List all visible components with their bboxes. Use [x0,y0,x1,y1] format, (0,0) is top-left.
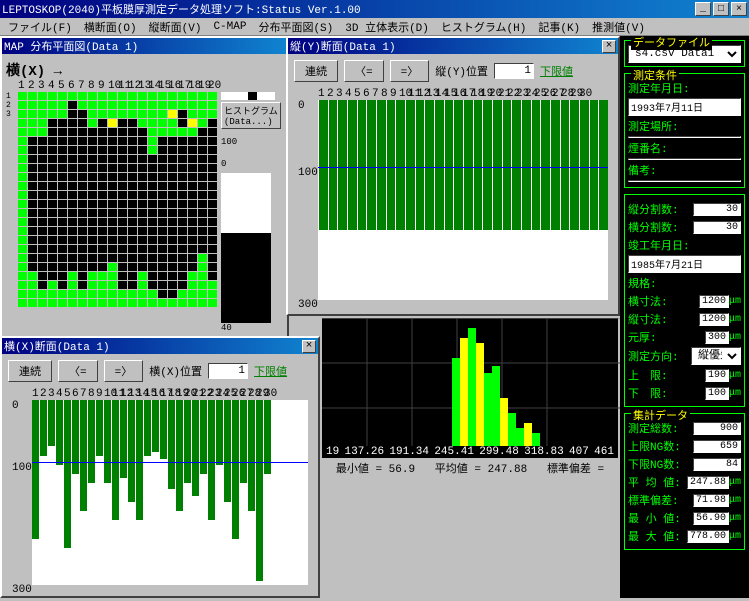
tate-chart [318,100,608,300]
map-panel: MAP 分布平面図(Data 1) 横(X) → 123456789101112… [0,36,289,346]
tate-title: 縦(Y)断面(Data 1) [290,38,602,54]
tate-limit-label: 下限値 [540,63,573,79]
map-axis-label: 横(X) → [6,60,283,80]
menubar: ファイル(F) 横断面(O) 縦断面(V) C-MAP 分布平面図(S) 3D … [0,18,749,36]
stats-box-title: 集計データ [631,407,690,423]
yoko-chart [32,400,308,585]
tate-cont-button[interactable]: 連続 [294,60,338,82]
menu-dist[interactable]: 分布平面図(S) [254,19,337,35]
yoko-next-button[interactable]: =〉 [104,360,144,382]
hist-xticks: 19137.26191.34245.41299.48318.83407461 [322,446,618,458]
file-box-title: データファイル [631,36,712,50]
yoko-panel: 横(X)断面(Data 1)× 連続 〈= =〉 横(X)位置 下限値 1234… [0,336,320,598]
tate-panel: 縦(Y)断面(Data 1)× 連続 〈= =〉 縦(Y)位置 下限値 1234… [286,36,620,316]
dir-select[interactable]: 縦優先 [691,347,741,365]
right-panel: データファイル s4.csv Data1 測定条件 測定年月日: 1993年7月… [620,36,749,598]
menu-file[interactable]: ファイル(F) [4,19,76,35]
tate-prev-button[interactable]: 〈= [344,60,384,82]
tate-xticks: 1234567891011121314151617181920212223242… [318,88,608,100]
menu-cmap[interactable]: C-MAP [209,21,250,33]
menu-article[interactable]: 記事(K) [534,19,584,35]
yoko-xticks: 1234567891011121314151617181920212223242… [32,388,308,400]
close-button[interactable]: × [731,2,747,16]
tate-pos-input[interactable] [494,63,534,79]
app-title: LEPTOSKOP(2040)平板膜厚測定データ処理ソフト:Status Ver… [2,1,695,17]
yoko-title: 横(X)断面(Data 1) [4,338,302,354]
menu-3d[interactable]: 3D 立体表示(D) [341,19,433,35]
map-legend-btn[interactable]: ヒストグラム(Data...) [221,102,281,129]
yoko-prev-button[interactable]: 〈= [58,360,98,382]
yoko-limit-label: 下限値 [254,363,287,379]
hist-panel: 19137.26191.34245.41299.48318.83407461 最… [320,316,620,476]
menu-yoko[interactable]: 横断面(O) [80,19,141,35]
tate-close-icon[interactable]: × [602,40,616,53]
tate-next-button[interactable]: =〉 [390,60,430,82]
yoko-close-icon[interactable]: × [302,340,316,353]
cond-box-title: 測定条件 [631,67,679,83]
titlebar: LEPTOSKOP(2040)平板膜厚測定データ処理ソフト:Status Ver… [0,0,749,18]
maximize-button[interactable]: □ [713,2,729,16]
yoko-pos-input[interactable] [208,363,248,379]
yoko-cont-button[interactable]: 連続 [8,360,52,382]
menu-hist[interactable]: ヒストグラム(H) [437,19,530,35]
yoko-pos-label: 横(X)位置 [149,363,202,379]
menu-tate[interactable]: 縦断面(V) [145,19,206,35]
map-grid [18,92,217,361]
map-xticks: 1234567891011121314151617181920 [18,80,217,92]
tate-pos-label: 縦(Y)位置 [435,63,488,79]
menu-guess[interactable]: 推測値(V) [588,19,649,35]
hist-chart [322,318,622,446]
map-title: MAP 分布平面図(Data 1) [4,38,285,54]
minimize-button[interactable]: _ [695,2,711,16]
